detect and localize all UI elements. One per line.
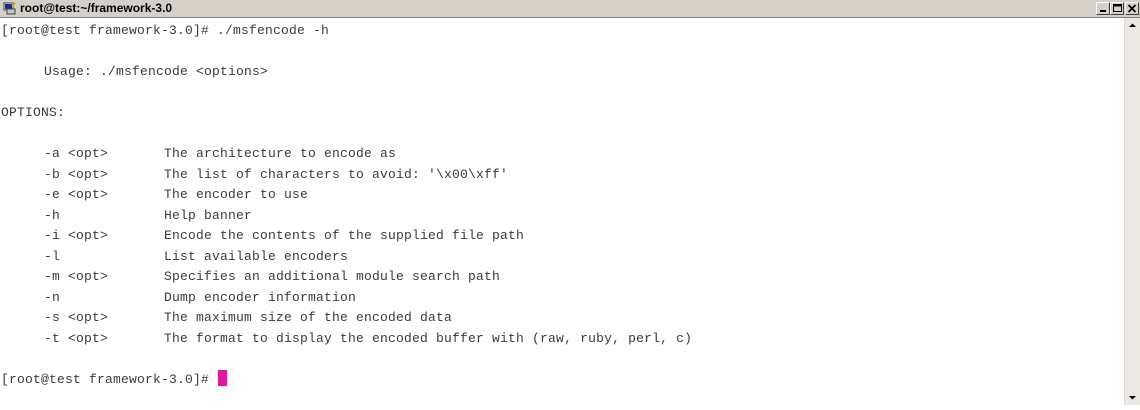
option-desc: The format to display the encoded buffer…: [164, 330, 693, 346]
option-flag: -b <opt>: [44, 166, 109, 182]
option-flag: -l: [44, 248, 61, 264]
option-row: -t <opt> The format to display the encode…: [1, 329, 692, 350]
window-title: root@test:~/framework-3.0: [20, 1, 173, 15]
usage-line: Usage: ./msfencode <options>: [44, 64, 269, 79]
prompt-line[interactable]: [root@test framework-3.0]#: [1, 369, 692, 391]
minimize-icon: [1100, 10, 1106, 12]
option-flag: -i <opt>: [44, 228, 109, 243]
vertical-scrollbar[interactable]: [1124, 18, 1140, 405]
option-row: -l List available encoders: [1, 247, 692, 268]
scroll-down-button[interactable]: [1125, 390, 1140, 405]
option-flag: -n: [44, 289, 61, 305]
option-flag: -h: [44, 207, 61, 223]
options-header: OPTIONS:: [1, 105, 66, 120]
maximize-icon: [1113, 4, 1122, 12]
option-desc: Help banner: [164, 207, 253, 223]
close-icon: [1127, 4, 1137, 13]
option-row: -n Dump encoder information: [1, 288, 692, 309]
text-cursor: [218, 369, 228, 386]
terminal-lines: [root@test framework-3.0]# ./msfencode -…: [1, 21, 692, 390]
option-row: -e <opt> The encoder to use: [1, 185, 692, 206]
option-desc: The maximum size of the encoded data: [164, 310, 453, 325]
option-desc: Dump encoder information: [164, 289, 357, 305]
terminal-output[interactable]: [root@test framework-3.0]# ./msfencode -…: [0, 18, 1124, 405]
option-desc: Encode the contents of the supplied file…: [164, 228, 525, 243]
option-row: -a <opt> The architecture to encode as: [1, 144, 692, 165]
scroll-up-button[interactable]: [1125, 18, 1140, 33]
option-desc: The encoder to use: [164, 187, 309, 202]
option-flag: -e <opt>: [44, 187, 109, 202]
arrow-up-icon: [1129, 23, 1136, 27]
option-row: -i <opt> Encode the contents of the suppl…: [1, 226, 692, 247]
option-desc: The list of characters to avoid: '\x00\x…: [164, 166, 509, 182]
option-row: -m <opt> Specifies an additional module s…: [1, 267, 692, 288]
close-button[interactable]: [1125, 2, 1139, 15]
minimize-button[interactable]: [1096, 2, 1110, 15]
option-flag: -t <opt>: [44, 330, 109, 346]
option-flag: -m <opt>: [44, 269, 109, 284]
putty-icon[interactable]: [3, 2, 17, 15]
option-desc: The architecture to encode as: [164, 146, 397, 161]
command-line: [root@test framework-3.0]# ./msfencode -…: [1, 23, 330, 38]
arrow-down-icon: [1129, 396, 1136, 400]
option-row: -s <opt> The maximum size of the encoded …: [1, 308, 692, 329]
terminal-window: root@test:~/framework-3.0 [root@test fra…: [0, 0, 1140, 405]
option-row: -b <opt> The list of characters to avoid:…: [1, 165, 692, 186]
option-desc: List available encoders: [164, 248, 349, 264]
option-flag: -s <opt>: [44, 310, 109, 325]
title-bar[interactable]: root@test:~/framework-3.0: [0, 0, 1140, 18]
option-desc: Specifies an additional module search pa…: [164, 269, 501, 284]
option-row: -h Help banner: [1, 206, 692, 227]
maximize-button[interactable]: [1110, 2, 1124, 15]
option-flag: -a <opt>: [44, 146, 109, 161]
shell-prompt: [root@test framework-3.0]#: [1, 371, 218, 387]
